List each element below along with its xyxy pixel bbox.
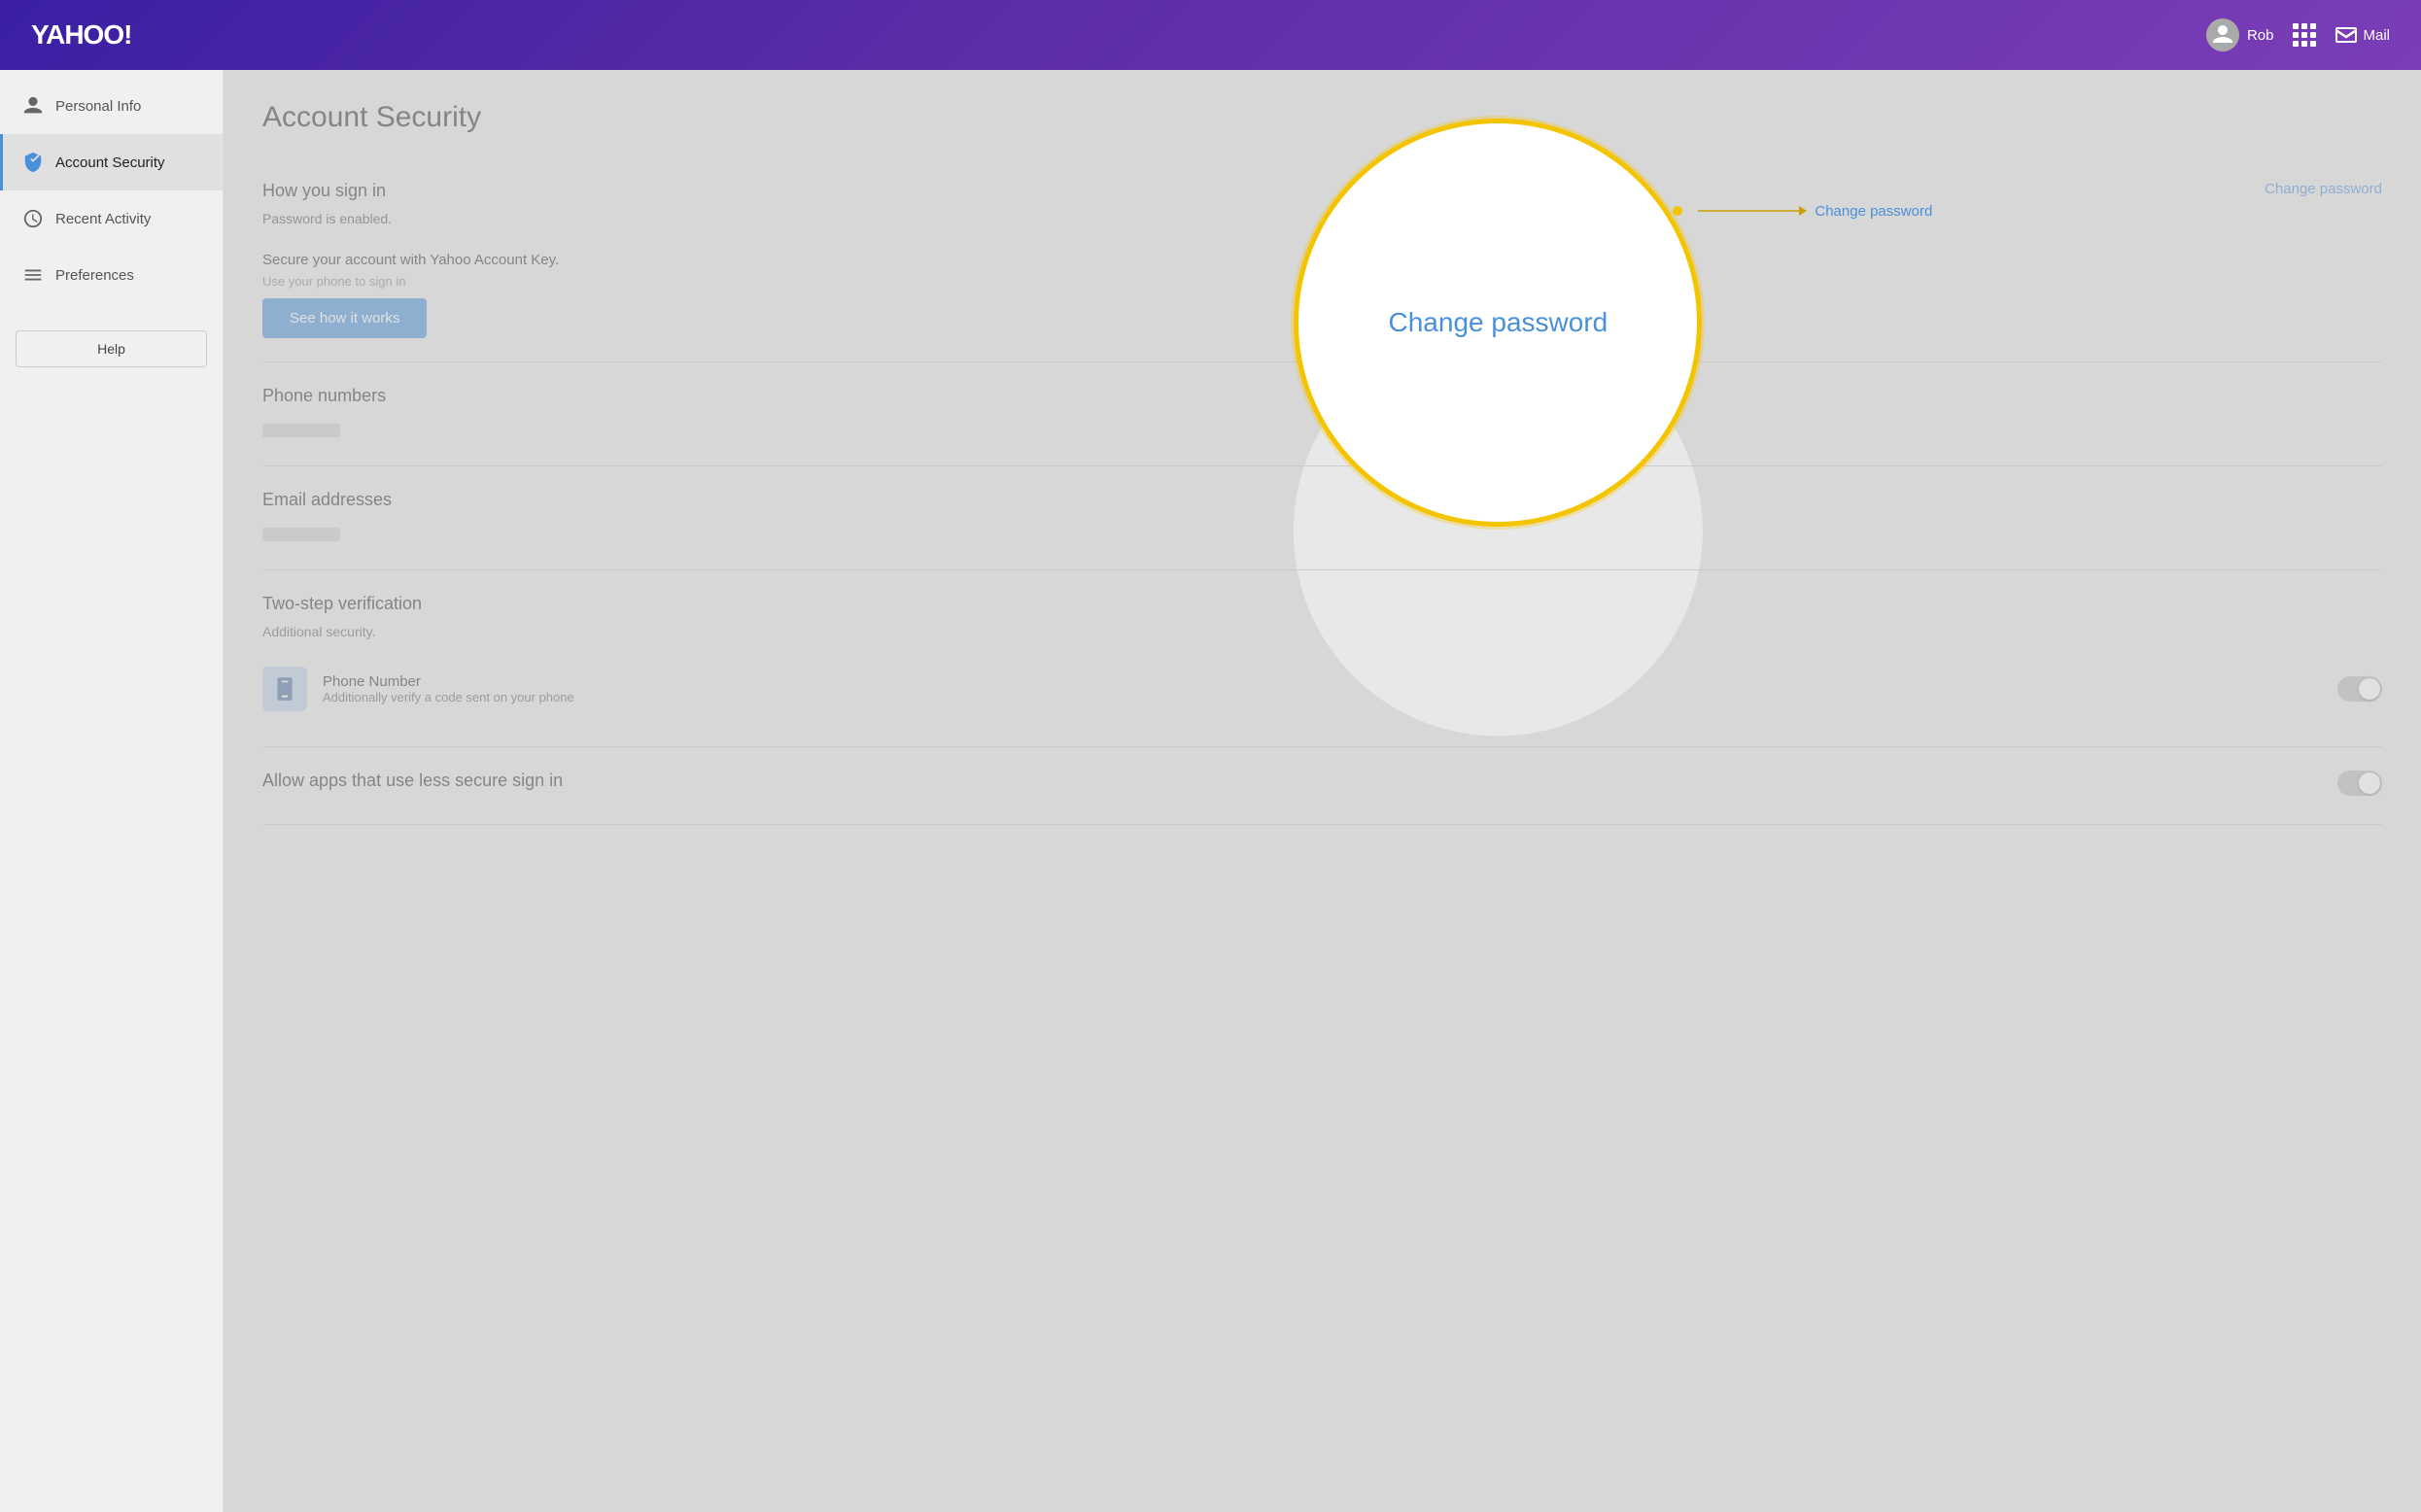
email-addresses-title: Email addresses xyxy=(262,490,2382,510)
mail-link[interactable]: Mail xyxy=(2335,27,2390,44)
phone-redacted xyxy=(262,424,340,437)
sidebar-item-account-security[interactable]: Account Security xyxy=(0,134,223,190)
sidebar-personal-info-label: Personal Info xyxy=(55,98,141,115)
sidebar-recent-activity-label: Recent Activity xyxy=(55,211,151,227)
sidebar: Personal Info Account Security Recent Ac… xyxy=(0,70,224,1512)
help-button-wrap: Help xyxy=(0,311,223,387)
main-content: Account Security How you sign in Passwor… xyxy=(224,70,2421,1512)
sidebar-item-preferences[interactable]: Preferences xyxy=(0,247,223,303)
spotlight-circle: Change password xyxy=(1294,119,1702,527)
allow-apps-title: Allow apps that use less secure sign in xyxy=(262,771,563,791)
phone-device-icon xyxy=(272,676,297,702)
sidebar-item-recent-activity[interactable]: Recent Activity xyxy=(0,190,223,247)
layout: Personal Info Account Security Recent Ac… xyxy=(0,70,2421,1512)
sign-in-title: How you sign in xyxy=(262,181,392,201)
avatar xyxy=(2206,18,2239,52)
pointer-arrow-icon xyxy=(1690,196,1807,225)
sidebar-preferences-label: Preferences xyxy=(55,267,134,284)
two-step-phone-detail: Additionally verify a code sent on your … xyxy=(323,690,2322,704)
email-redacted xyxy=(262,528,340,541)
page-title: Account Security xyxy=(262,101,2382,134)
change-password-link[interactable]: Change password xyxy=(2265,181,2382,197)
header: YAHOO! Rob Mail xyxy=(0,0,2421,70)
spotlight-text: Change password xyxy=(1389,307,1608,338)
yellow-dot-icon xyxy=(1673,206,1682,216)
two-step-desc: Additional security. xyxy=(262,624,2382,639)
two-step-phone-toggle[interactable] xyxy=(2337,676,2382,702)
allow-apps-toggle[interactable] xyxy=(2337,771,2382,796)
spotlight-change-password-link[interactable]: Change password xyxy=(1815,203,1932,220)
user-menu[interactable]: Rob xyxy=(2206,18,2274,52)
sign-in-left: How you sign in Password is enabled. xyxy=(262,181,392,232)
password-status: Password is enabled. xyxy=(262,211,392,226)
header-right: Rob Mail xyxy=(2206,18,2390,52)
allow-apps-section: Allow apps that use less secure sign in xyxy=(262,747,2382,825)
allow-apps-row: Allow apps that use less secure sign in xyxy=(262,771,2382,801)
apps-grid-icon[interactable] xyxy=(2293,23,2316,47)
mail-label: Mail xyxy=(2363,27,2390,44)
user-name: Rob xyxy=(2247,27,2274,44)
pointer-line: Change password xyxy=(1673,196,1932,225)
phone-icon-wrap xyxy=(262,667,307,711)
two-step-section: Two-step verification Additional securit… xyxy=(262,570,2382,747)
yahoo-logo: YAHOO! xyxy=(31,19,131,51)
two-step-phone-row: Phone Number Additionally verify a code … xyxy=(262,655,2382,723)
two-step-phone-info: Phone Number Additionally verify a code … xyxy=(323,673,2322,704)
sidebar-account-security-label: Account Security xyxy=(55,155,165,171)
two-step-title: Two-step verification xyxy=(262,594,2382,614)
see-how-button[interactable]: See how it works xyxy=(262,298,427,338)
email-addresses-section: Email addresses xyxy=(262,466,2382,570)
help-button[interactable]: Help xyxy=(16,330,207,367)
sidebar-item-personal-info[interactable]: Personal Info xyxy=(0,78,223,134)
two-step-phone-label: Phone Number xyxy=(323,673,2322,690)
